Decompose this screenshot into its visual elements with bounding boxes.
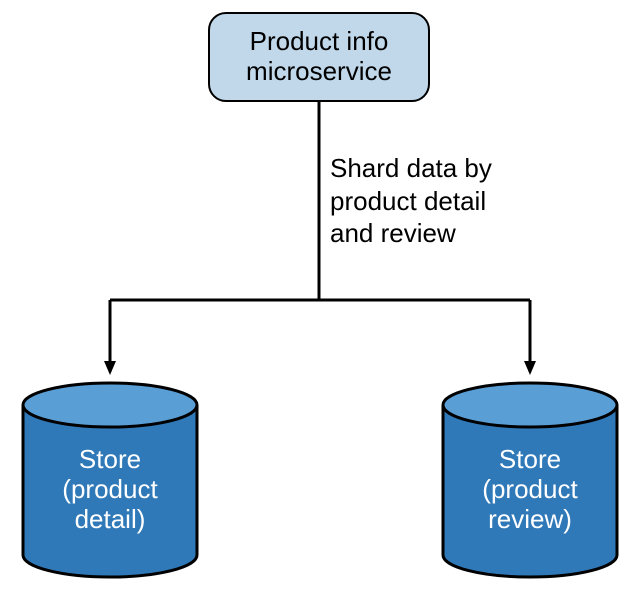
box-line1: Product info — [250, 26, 389, 56]
cyl-left-line1: Store — [79, 444, 141, 474]
cylinder-label: Store (product detail) — [20, 445, 200, 535]
box-line2: microservice — [246, 56, 392, 86]
box-label: Product info microservice — [246, 27, 392, 87]
cylinder-label: Store (product review) — [440, 445, 620, 535]
store-product-review-cylinder: Store (product review) — [440, 380, 620, 580]
cyl-left-line2: (product — [62, 474, 157, 504]
edge-line2: product detail — [330, 186, 486, 216]
diagram-canvas: Product info microservice Shard data by … — [0, 0, 642, 605]
edge-label: Shard data by product detail and review — [330, 152, 610, 250]
cyl-left-line3: detail) — [75, 504, 146, 534]
product-info-microservice-box: Product info microservice — [208, 12, 430, 102]
edge-line3: and review — [330, 218, 456, 248]
cyl-right-line2: (product — [482, 474, 577, 504]
edge-line1: Shard data by — [330, 153, 492, 183]
cyl-right-line1: Store — [499, 444, 561, 474]
cyl-right-line3: review) — [488, 504, 572, 534]
store-product-detail-cylinder: Store (product detail) — [20, 380, 200, 580]
